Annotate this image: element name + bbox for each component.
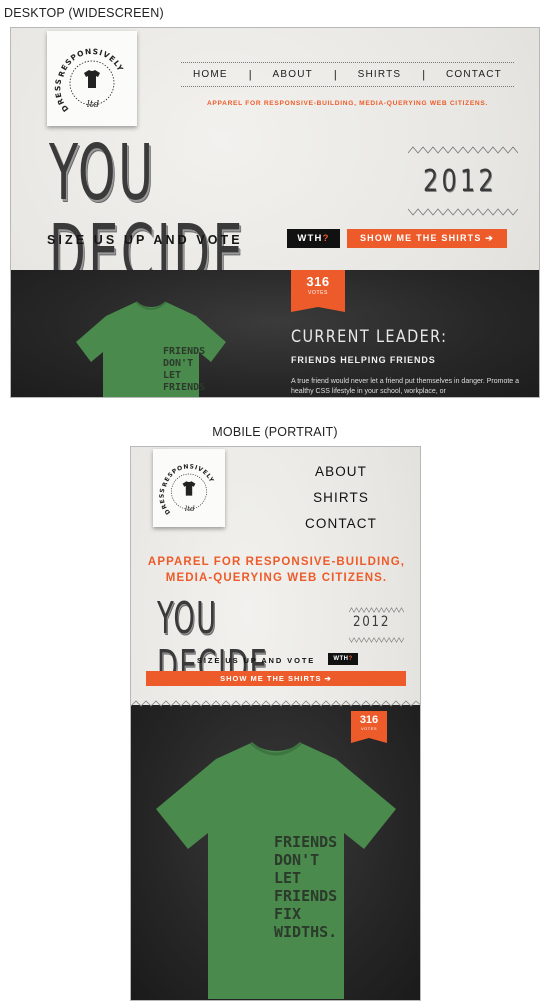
tagline-line: MEDIA-QUERYING WEB CITIZENS. [165, 572, 388, 584]
wth-question-mark: ? [322, 233, 330, 244]
nav-separator: | [248, 68, 252, 81]
shirt-print-line: WIDTHS. [274, 923, 337, 941]
shirt-print-line: FIX [274, 905, 301, 923]
shirt-print-line: DON'T [274, 851, 319, 869]
shirt-print-line: DON'T [163, 358, 193, 369]
dress-responsively-logo[interactable]: RESPONSIVELY DRESS ltd [153, 449, 225, 527]
logo-badge-icon: RESPONSIVELY DRESS ltd [159, 463, 215, 516]
wth-label: WTH [297, 233, 323, 244]
show-me-shirts-button[interactable]: SHOW ME THE SHIRTS ➔ [146, 671, 406, 686]
dress-responsively-logo[interactable]: RESPONSIVELY DRESS ltd [47, 31, 137, 126]
nav-shirts[interactable]: SHIRTS [281, 485, 401, 511]
zigzag-decoration-icon [349, 607, 404, 613]
nav-separator: | [333, 68, 337, 81]
shirt-print-line: LET [163, 370, 181, 381]
zigzag-decoration-icon [408, 208, 518, 216]
leader-description: A true friend would never let a friend p… [291, 378, 520, 395]
logo-side-text: DRESS [159, 487, 172, 516]
votes-label: VOTES [308, 290, 328, 296]
shirt-print-line: FRIENDS [163, 346, 205, 357]
nav-shirts[interactable]: SHIRTS [358, 69, 402, 80]
mobile-mockup: RESPONSIVELY DRESS ltd ABOUT SHIRTS CONT… [130, 446, 421, 1001]
size-us-up-text: SIZE US UP AND VOTE [47, 233, 243, 247]
zigzag-decoration-icon [408, 146, 518, 154]
shirt-print-line: LET [274, 869, 301, 887]
shirt-print-line: FRIENDS [274, 887, 337, 905]
nav-about[interactable]: ABOUT [281, 459, 401, 485]
svg-text:DRESS: DRESS [53, 77, 70, 113]
nav-contact[interactable]: CONTACT [446, 69, 502, 80]
tagline: APPAREL FOR RESPONSIVE-BUILDING, MEDIA-Q… [206, 100, 489, 107]
tagline-line: APPAREL FOR RESPONSIVE-BUILDING, [147, 556, 406, 568]
votes-badge: 316 VOTES [351, 711, 387, 737]
tshirt-icon [84, 70, 100, 88]
nav-separator: | [422, 68, 426, 81]
zigzag-decoration-icon [349, 637, 404, 643]
logo-ltd-text: ltd [87, 100, 99, 110]
desktop-caption: DESKTOP (WIDESCREEN) [4, 6, 164, 20]
votes-badge: 316 VOTES [291, 270, 345, 306]
nav-about[interactable]: ABOUT [272, 69, 312, 80]
tshirt-icon [182, 481, 196, 496]
logo-side-text: DRESS [53, 77, 69, 113]
desktop-mockup: RESPONSIVELY DRESS ltd HOME | ABOUT | SH… [10, 27, 540, 398]
current-leader-heading: CURRENT LEADER: [291, 327, 448, 347]
tagline: APPAREL FOR RESPONSIVE-BUILDING, MEDIA-Q… [131, 554, 420, 586]
ribbon-tail-icon [351, 737, 387, 743]
nav-home[interactable]: HOME [193, 69, 228, 80]
svg-text:DRESS: DRESS [159, 487, 172, 516]
size-us-up-text: SIZE US UP AND VOTE [197, 656, 316, 665]
nav-contact[interactable]: CONTACT [281, 511, 401, 537]
shirt-print-line: FRIENDS [163, 382, 205, 393]
wth-button[interactable]: WTH? [287, 229, 340, 248]
wth-question-mark: ? [348, 656, 353, 662]
green-tshirt-image[interactable]: FRIENDS DON'T LET FRIENDS [51, 296, 251, 398]
votes-label: VOTES [360, 726, 378, 731]
green-tshirt-image[interactable]: FRIENDS DON'T LET FRIENDS FIX WIDTHS. [146, 737, 406, 1001]
votes-count: 316 [306, 274, 330, 289]
wth-button[interactable]: WTH? [328, 653, 358, 665]
desktop-nav: HOME | ABOUT | SHIRTS | CONTACT [181, 62, 514, 87]
leader-shirt-name[interactable]: FRIENDS HELPING FRIENDS [291, 355, 436, 365]
mobile-nav: ABOUT SHIRTS CONTACT [281, 459, 401, 537]
hero-year: 2012 [353, 614, 391, 630]
logo-ltd-text: ltd [185, 504, 195, 513]
show-me-shirts-button[interactable]: SHOW ME THE SHIRTS ➔ [347, 229, 507, 248]
ribbon-tail-icon [291, 306, 345, 312]
hero-year: 2012 [423, 164, 497, 199]
zigzag-border-icon [131, 700, 420, 707]
wth-label: WTH [333, 656, 349, 662]
mobile-caption: MOBILE (PORTRAIT) [212, 425, 338, 439]
shirt-print-line: FRIENDS [274, 833, 337, 851]
votes-count: 316 [359, 714, 379, 726]
logo-badge-icon: RESPONSIVELY DRESS ltd [53, 47, 124, 114]
